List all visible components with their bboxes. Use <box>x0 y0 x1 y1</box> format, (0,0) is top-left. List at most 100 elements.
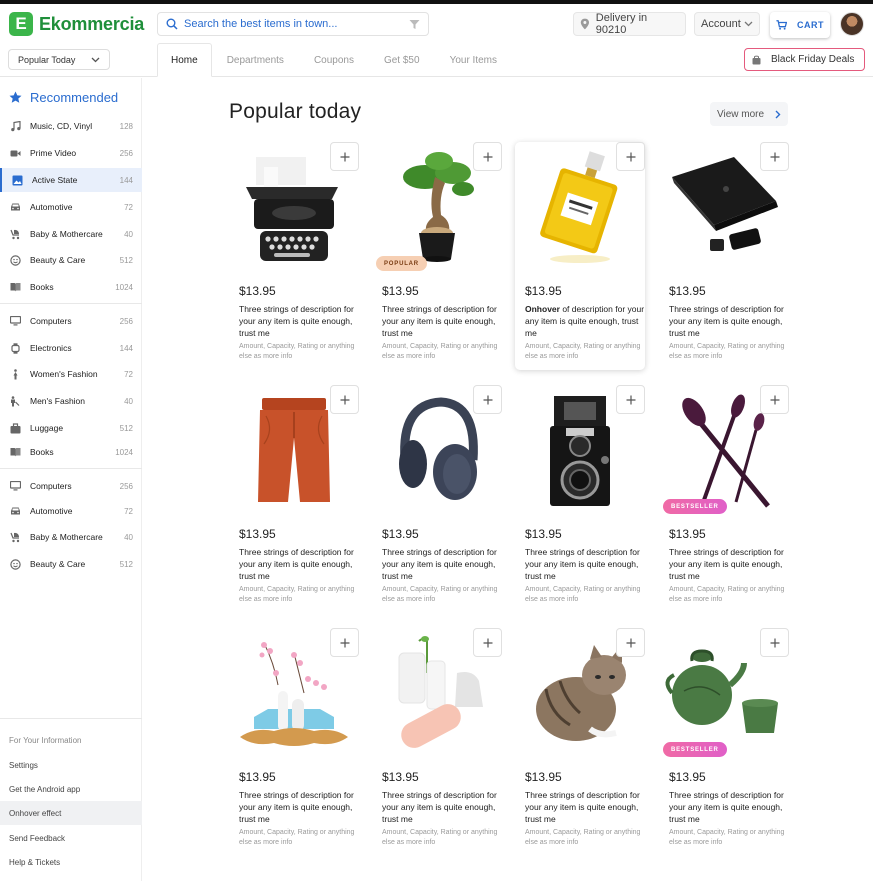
sidebar-item[interactable]: Electronics 144 <box>0 336 142 360</box>
tab-home[interactable]: Home <box>157 43 212 77</box>
sidebar-item[interactable]: Beauty & Care 512 <box>0 248 142 272</box>
add-to-cart-button[interactable] <box>616 628 645 657</box>
search-icon <box>166 18 178 30</box>
account-label: Account <box>701 18 741 30</box>
sidebar-item-label: Baby & Mothercare <box>30 229 103 239</box>
sidebar-item-label: Women's Fashion <box>30 369 98 379</box>
product-card[interactable]: $13.95 Three strings of description for y… <box>515 628 645 856</box>
product-description: Three strings of description for your an… <box>382 304 497 338</box>
product-card[interactable]: $13.95 Three strings of description for y… <box>372 628 502 856</box>
sort-dropdown[interactable]: Popular Today <box>8 49 110 70</box>
tab-your-items[interactable]: Your Items <box>435 43 512 77</box>
add-to-cart-button[interactable] <box>473 628 502 657</box>
account-menu[interactable]: Account <box>694 12 760 36</box>
filter-icon[interactable] <box>409 19 420 30</box>
logo[interactable]: E Ekommercia <box>9 12 144 36</box>
sidebar-item-count: 72 <box>124 369 133 379</box>
sort-value: Popular Today <box>18 54 76 65</box>
link-onhover-effect[interactable]: Onhover effect <box>0 801 142 825</box>
add-to-cart-button[interactable] <box>760 628 789 657</box>
product-description: Three strings of description for your an… <box>239 304 354 338</box>
product-card[interactable]: $13.95 Three strings of description for y… <box>515 385 645 613</box>
product-card[interactable]: BESTSELLER $13.95 Three strings of descrip… <box>659 385 789 613</box>
sidebar-item[interactable]: Automotive 72 <box>0 195 142 219</box>
product-meta: Amount, Capacity, Rating or anything els… <box>525 343 641 360</box>
product-card[interactable]: $13.95 Onhover of description for your an… <box>515 142 645 370</box>
sidebar-item[interactable]: Music, CD, Vinyl 128 <box>0 114 142 138</box>
sidebar-item-count: 144 <box>119 343 133 353</box>
product-description: Three strings of description for your an… <box>525 547 640 581</box>
sidebar-item[interactable]: Men's Fashion 40 <box>0 389 142 413</box>
product-card[interactable]: $13.95 Three strings of description for y… <box>229 628 359 856</box>
product-card[interactable]: $13.95 Three strings of description for y… <box>229 142 359 370</box>
product-card[interactable]: $13.95 Three strings of description for y… <box>372 385 502 613</box>
book-icon <box>9 281 21 293</box>
product-card[interactable]: $13.95 Three strings of description for y… <box>659 142 789 370</box>
sidebar-item[interactable]: Computers 256 <box>0 309 142 333</box>
sidebar-item-count: 72 <box>124 506 133 516</box>
plus-icon <box>340 638 349 647</box>
add-to-cart-button[interactable] <box>760 385 789 414</box>
link-settings[interactable]: Settings <box>0 753 142 777</box>
delivery-location[interactable]: Delivery in 90210 <box>573 12 686 36</box>
product-card[interactable]: $13.95 Three strings of description for y… <box>229 385 359 613</box>
add-to-cart-button[interactable] <box>473 385 502 414</box>
sidebar-item-count: 256 <box>119 481 133 491</box>
plus-icon <box>770 638 779 647</box>
product-meta: Amount, Capacity, Rating or anything els… <box>382 586 498 603</box>
product-price: $13.95 <box>239 284 276 298</box>
sidebar: Recommended Music, CD, Vinyl 128 Prime Vid… <box>0 78 142 881</box>
sidebar-item[interactable]: Computers 256 <box>0 474 142 498</box>
sidebar-item[interactable]: Automotive 72 <box>0 499 142 523</box>
link-send-feedback[interactable]: Send Feedback <box>0 826 142 850</box>
chevron-down-icon <box>744 21 753 27</box>
search-bar[interactable] <box>157 12 429 36</box>
add-to-cart-button[interactable] <box>330 385 359 414</box>
sidebar-item[interactable]: Books 1024 <box>0 440 142 464</box>
sidebar-heading[interactable]: Recommended <box>9 90 118 105</box>
link-help-tickets[interactable]: Help & Tickets <box>0 850 142 874</box>
sidebar-item[interactable]: Women's Fashion 72 <box>0 362 142 386</box>
add-to-cart-button[interactable] <box>760 142 789 171</box>
sidebar-item[interactable]: Prime Video 256 <box>0 141 142 165</box>
divider <box>0 303 142 304</box>
sidebar-item[interactable]: Active State 144 <box>0 168 142 192</box>
tab-departments[interactable]: Departments <box>212 43 299 77</box>
tab-coupons[interactable]: Coupons <box>299 43 369 77</box>
add-to-cart-button[interactable] <box>330 628 359 657</box>
stroller-icon <box>9 531 21 543</box>
sidebar-item-label: Luggage <box>30 423 64 433</box>
sidebar-item[interactable]: Luggage 512 <box>0 416 142 440</box>
sidebar-item-count: 256 <box>119 316 133 326</box>
avatar[interactable] <box>840 12 864 36</box>
view-more-button[interactable]: View more <box>710 102 788 126</box>
sidebar-item-count: 40 <box>124 229 133 239</box>
sidebar-item[interactable]: Books 1024 <box>0 275 142 299</box>
add-to-cart-button[interactable] <box>616 385 645 414</box>
add-to-cart-button[interactable] <box>473 142 502 171</box>
add-to-cart-button[interactable] <box>330 142 359 171</box>
tab-get-50[interactable]: Get $50 <box>369 43 435 77</box>
bestseller-badge: BESTSELLER <box>663 499 727 514</box>
sidebar-item-label: Beauty & Care <box>30 255 86 265</box>
link-android-app[interactable]: Get the Android app <box>0 777 142 801</box>
sidebar-item[interactable]: Baby & Mothercare 40 <box>0 222 142 246</box>
sidebar-item-label: Computers <box>30 316 72 326</box>
product-card[interactable]: BESTSELLER $13.95 Three strings of descrip… <box>659 628 789 856</box>
sidebar-item-count: 256 <box>119 148 133 158</box>
sidebar-item[interactable]: Baby & Mothercare 40 <box>0 525 142 549</box>
cart-button[interactable]: CART <box>770 12 830 38</box>
sidebar-item[interactable]: Beauty & Care 512 <box>0 552 142 576</box>
product-meta: Amount, Capacity, Rating or anything els… <box>382 343 498 360</box>
black-friday-deals-button[interactable]: Black Friday Deals <box>744 48 865 71</box>
sidebar-item-count: 72 <box>124 202 133 212</box>
divider <box>0 718 142 719</box>
product-card[interactable]: POPULAR $13.95 Three strings of descriptio… <box>372 142 502 370</box>
info-section-title: For Your Information <box>9 736 82 745</box>
search-input[interactable] <box>184 18 404 30</box>
chevron-down-icon <box>91 57 100 62</box>
add-to-cart-button[interactable] <box>616 142 645 171</box>
watch-icon <box>9 342 21 354</box>
sidebar-heading-label: Recommended <box>30 90 119 105</box>
car-icon <box>9 201 21 213</box>
